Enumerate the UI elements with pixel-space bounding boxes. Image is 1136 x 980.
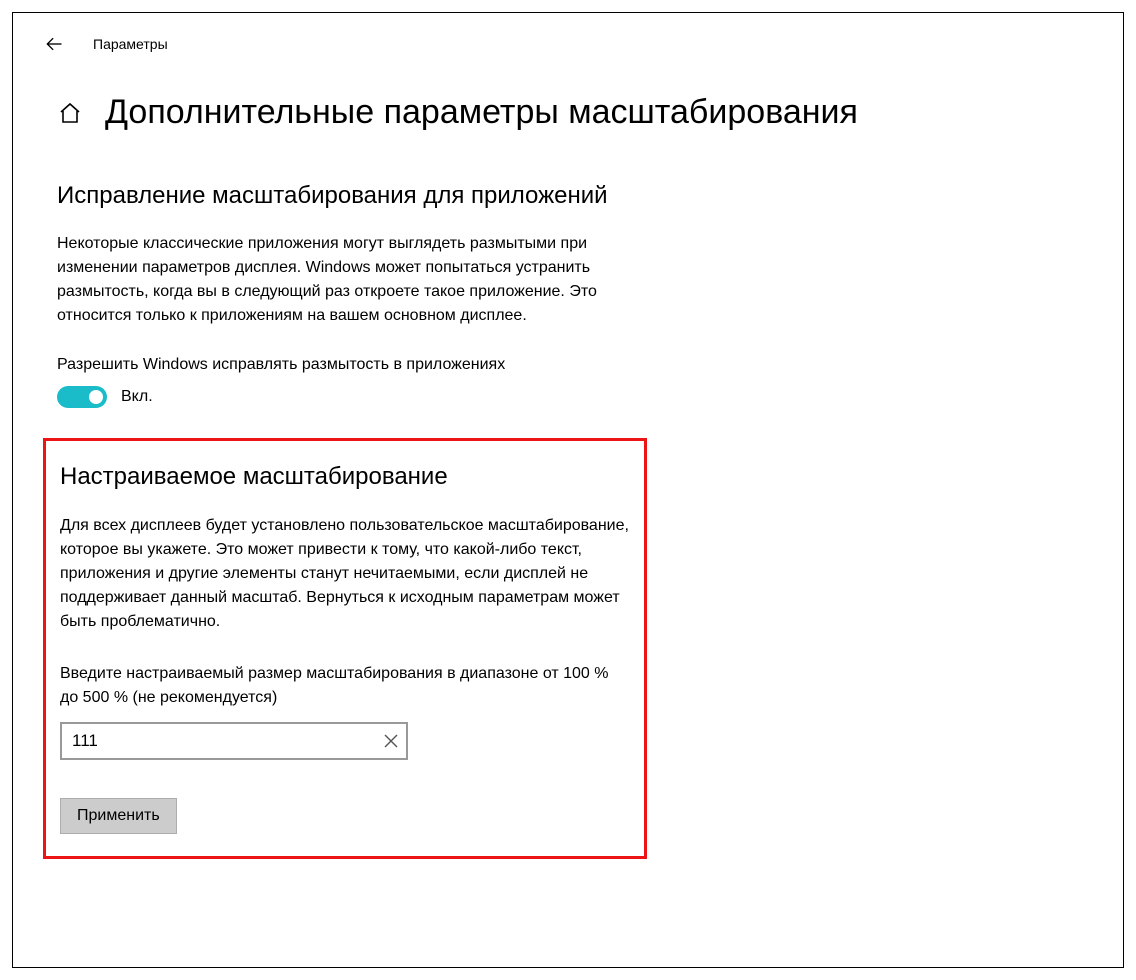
page-header: Дополнительные параметры масштабирования: [57, 93, 1093, 132]
fix-scaling-description: Некоторые классические приложения могут …: [57, 232, 637, 328]
custom-scaling-description: Для всех дисплеев будет установлено поль…: [60, 514, 630, 634]
toggle-knob: [89, 390, 103, 404]
title-bar: Параметры: [43, 33, 1093, 55]
app-title: Параметры: [93, 36, 168, 52]
home-icon: [58, 101, 82, 125]
fix-scaling-toggle-label: Разрешить Windows исправлять размытость …: [57, 356, 647, 374]
arrow-left-icon: [44, 34, 64, 54]
fix-scaling-heading: Исправление масштабирования для приложен…: [57, 180, 647, 212]
fix-scaling-toggle-state: Вкл.: [121, 388, 153, 406]
content-area: Исправление масштабирования для приложен…: [57, 180, 647, 859]
custom-scaling-heading: Настраиваемое масштабирование: [60, 461, 630, 493]
clear-input-button[interactable]: [382, 732, 400, 750]
custom-scaling-input-label: Введите настраиваемый размер масштабиров…: [60, 662, 630, 710]
custom-scaling-section: Настраиваемое масштабирование Для всех д…: [43, 438, 647, 858]
apply-button[interactable]: Применить: [60, 798, 177, 834]
custom-scaling-input-wrapper: [60, 722, 408, 760]
close-icon: [384, 734, 398, 748]
page-title: Дополнительные параметры масштабирования: [105, 93, 858, 132]
home-button[interactable]: [57, 100, 83, 126]
custom-scaling-input[interactable]: [60, 722, 408, 760]
fix-scaling-toggle[interactable]: [57, 386, 107, 408]
settings-window: Параметры Дополнительные параметры масшт…: [12, 12, 1124, 968]
fix-scaling-toggle-row: Вкл.: [57, 386, 647, 408]
back-button[interactable]: [43, 33, 65, 55]
